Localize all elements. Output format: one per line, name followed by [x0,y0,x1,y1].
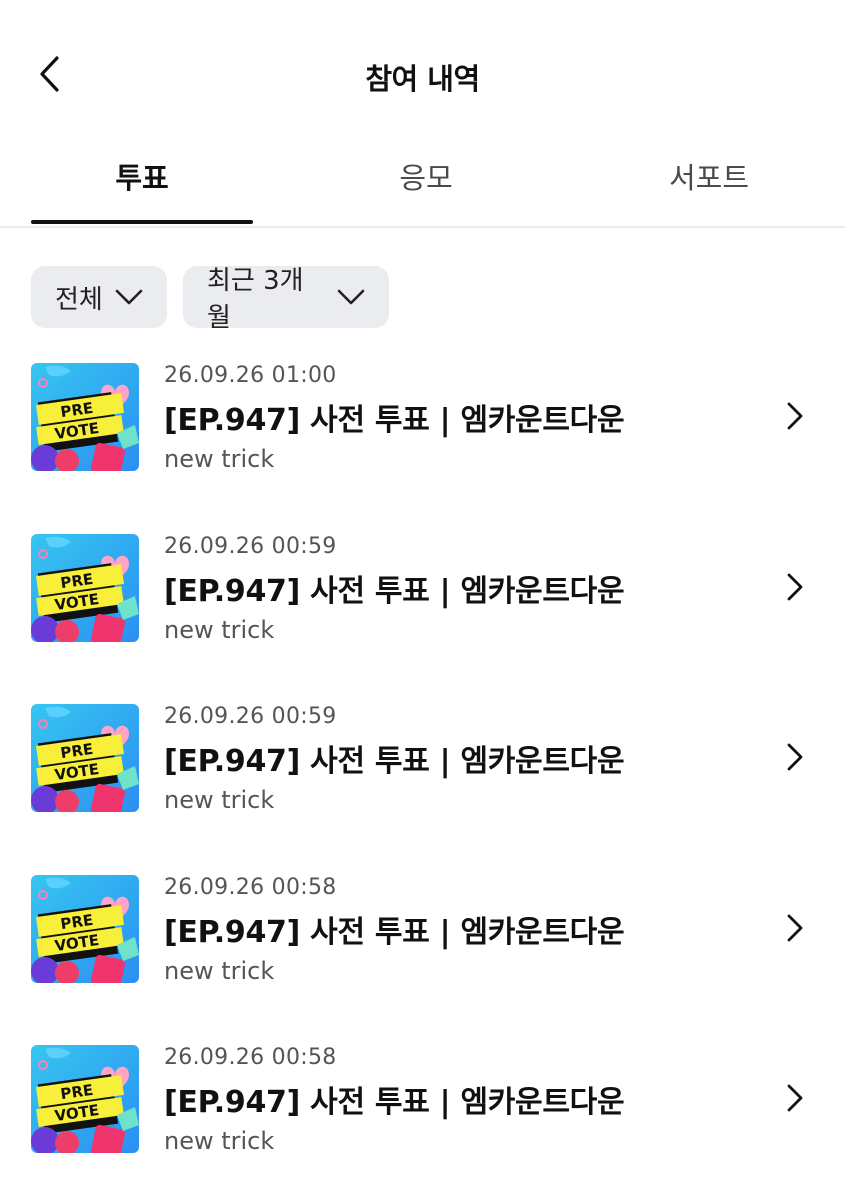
page-title: 참여 내역 [365,62,480,96]
vote-thumbnail: PRE VOTE [31,704,139,812]
chevron-down-icon [337,289,365,305]
header: 참여 내역 [0,0,845,150]
chevron-right-icon [787,1084,803,1112]
item-subtitle: new trick [164,1127,275,1155]
list-item[interactable]: PRE VOTE 26.09.26 00:58 [EP.947] 사전 투표 |… [0,857,845,1007]
vote-thumbnail: PRE VOTE [31,874,139,983]
item-title: [EP.947] 사전 투표 | 엠카운트다운 [164,403,625,438]
filter-period-dropdown[interactable]: 최근 3개월 [183,266,389,333]
list-item[interactable]: PRE VOTE 26.09.26 00:59 [EP.947] 사전 투표 |… [0,516,845,666]
item-subtitle: new trick [164,956,275,985]
chevron-right-icon [787,573,803,600]
filter-category-label: 전체 [55,284,103,315]
item-date: 26.09.26 00:59 [164,704,337,729]
chevron-down-icon [115,289,143,305]
item-date: 26.09.26 00:58 [164,1045,337,1070]
chevron-right-icon [787,914,803,941]
chevron-right-icon [787,743,803,771]
item-title: [EP.947] 사전 투표 | 엠카운트다운 [164,914,625,950]
item-title: [EP.947] 사전 투표 | 엠카운트다운 [164,1085,625,1120]
tab-entry[interactable]: 응모 [315,158,537,218]
vote-thumbnail: PRE VOTE [31,363,139,471]
list-item[interactable]: PRE VOTE 26.09.26 00:58 [EP.947] 사전 투표 |… [0,1027,845,1177]
tab-bar: 투표 응모 서포트 [0,150,845,228]
tab-support[interactable]: 서포트 [598,158,820,218]
item-date: 26.09.26 00:59 [164,533,337,559]
filter-period-label: 최근 3개월 [207,266,304,333]
active-tab-indicator [31,220,253,224]
item-subtitle: new trick [164,615,275,644]
list-item[interactable]: PRE VOTE 26.09.26 01:00 [EP.947] 사전 투표 |… [0,345,845,495]
item-subtitle: new trick [164,445,275,473]
filter-category-dropdown[interactable]: 전체 [31,266,167,328]
item-title: [EP.947] 사전 투표 | 엠카운트다운 [164,744,625,779]
item-date: 26.09.26 00:58 [164,874,337,900]
list-item[interactable]: PRE VOTE 26.09.26 00:59 [EP.947] 사전 투표 |… [0,686,845,836]
vote-thumbnail: PRE VOTE [31,1045,139,1153]
item-date: 26.09.26 01:00 [164,363,337,388]
tab-vote[interactable]: 투표 [31,158,253,218]
vote-thumbnail: PRE VOTE [31,533,139,642]
item-subtitle: new trick [164,786,275,814]
chevron-right-icon [787,402,803,430]
item-title: [EP.947] 사전 투표 | 엠카운트다운 [164,573,625,609]
